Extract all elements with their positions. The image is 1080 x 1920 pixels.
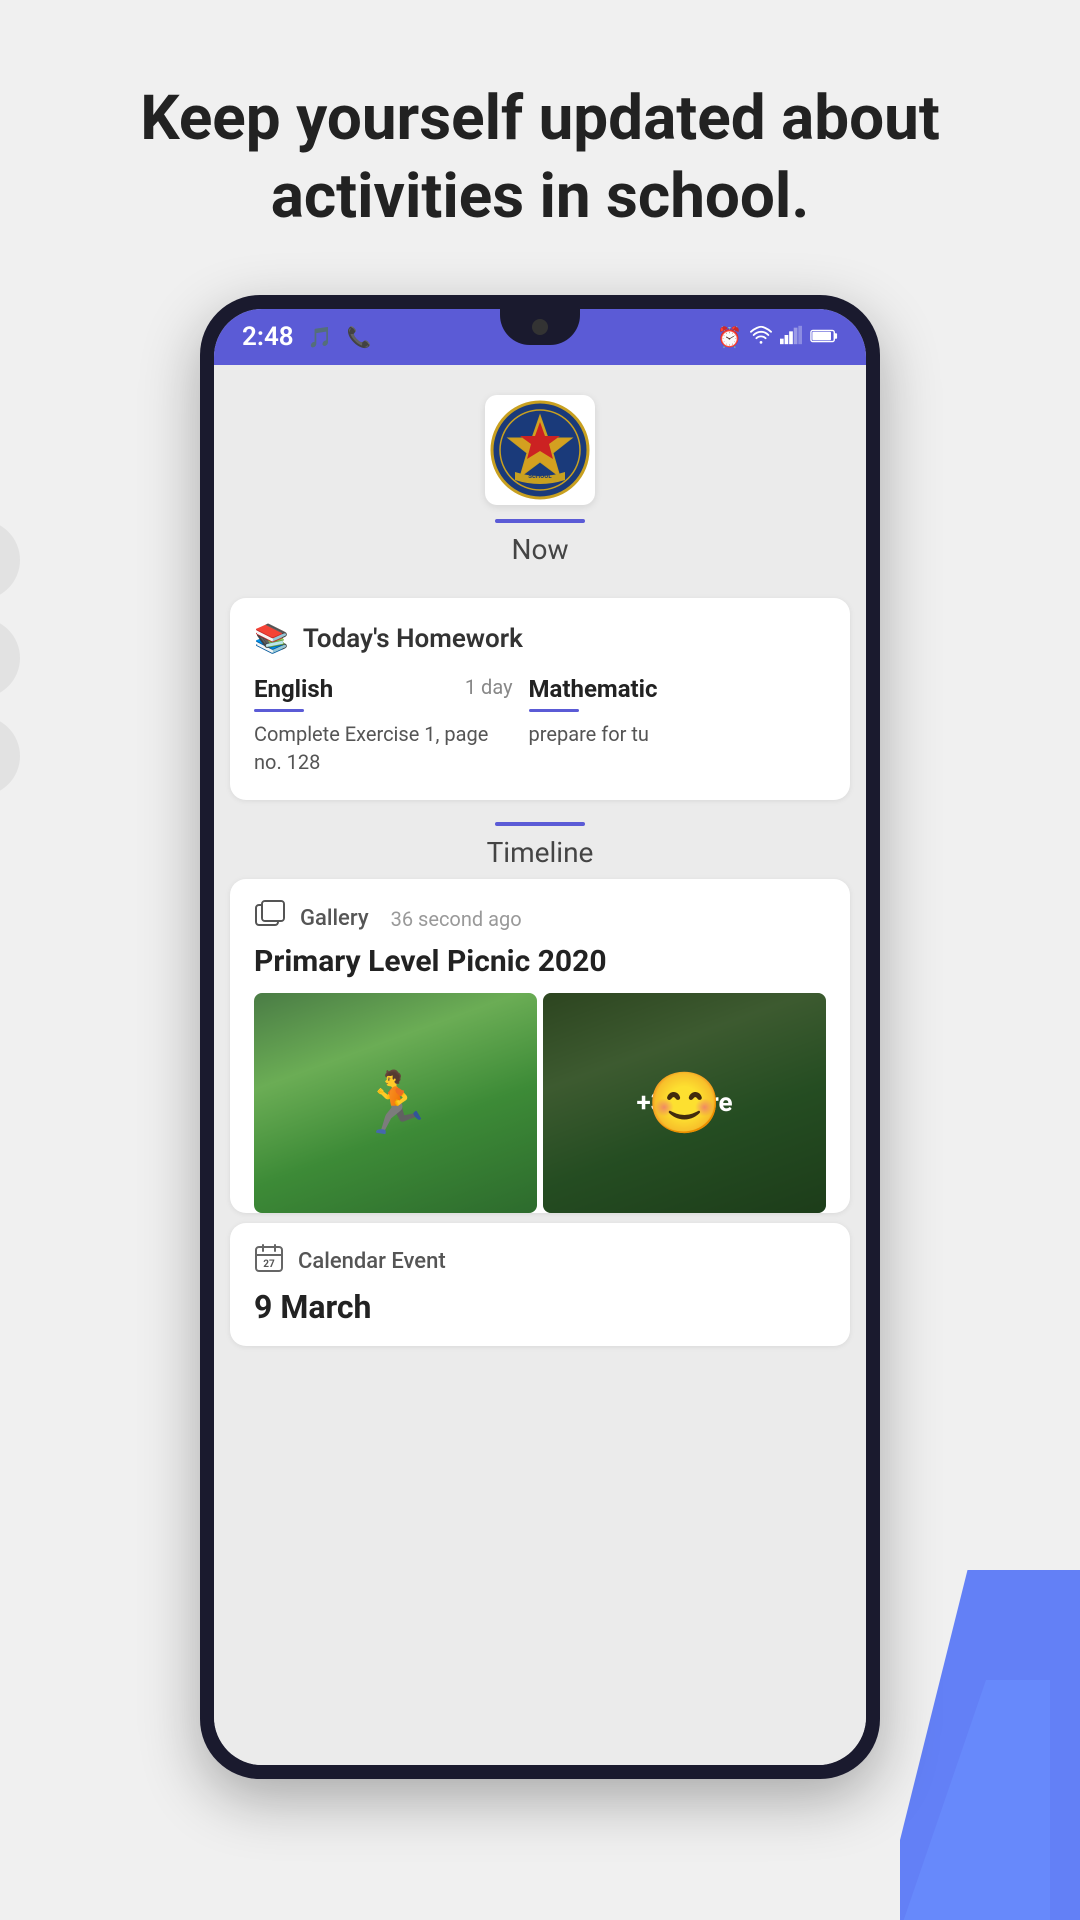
- wifi-icon: [750, 325, 772, 350]
- timeline-tab: Timeline: [214, 822, 866, 869]
- gallery-time: 36 second ago: [391, 907, 522, 931]
- status-right: ⏰: [717, 325, 838, 350]
- math-subject-name: Mathematic: [529, 675, 658, 703]
- gallery-image-2[interactable]: +3 more: [543, 993, 826, 1213]
- homework-icon: 📚: [254, 622, 289, 655]
- now-tab-label: Now: [512, 533, 569, 566]
- timeline-section: Timeline Gallery: [214, 812, 866, 1366]
- battery-icon: [810, 325, 838, 349]
- homework-card: 📚 Today's Homework English 1 day Complet…: [230, 598, 850, 800]
- gallery-images-grid: +3 more: [254, 993, 826, 1213]
- english-duration: 1 day: [465, 675, 513, 699]
- school-logo: SCHOOL: [485, 395, 595, 505]
- tab-underline: [495, 519, 585, 523]
- gallery-header: Gallery 36 second ago: [254, 899, 826, 938]
- whatsapp-icon: 📞: [347, 325, 372, 349]
- timeline-label: Timeline: [487, 836, 594, 869]
- now-tab-indicator: Now: [495, 519, 585, 566]
- front-camera: [532, 319, 548, 335]
- camera-notch: [500, 309, 580, 345]
- gallery-type-label: Gallery: [300, 906, 369, 931]
- english-subject-name: English: [254, 675, 333, 703]
- gallery-image-1[interactable]: [254, 993, 537, 1213]
- math-header-row: Mathematic: [529, 675, 804, 709]
- hero-title: Keep yourself updated about activities i…: [0, 0, 1080, 275]
- math-underline: [529, 709, 579, 712]
- alarm-icon: ⏰: [717, 325, 742, 349]
- gallery-post-title: Primary Level Picnic 2020: [254, 944, 826, 979]
- signal-icon: [780, 325, 802, 350]
- status-left: 2:48 🎵 📞: [242, 322, 371, 352]
- svg-text:SCHOOL: SCHOOL: [528, 473, 552, 480]
- homework-subjects-list: English 1 day Complete Exercise 1, page …: [254, 675, 826, 776]
- timeline-underline: [495, 822, 585, 826]
- english-header-row: English 1 day: [254, 675, 513, 709]
- english-description: Complete Exercise 1, page no. 128: [254, 720, 513, 776]
- event-card-header: 27 Calendar Event: [254, 1243, 826, 1280]
- more-images-overlay[interactable]: +3 more: [543, 993, 826, 1213]
- event-date: 9 March: [254, 1288, 826, 1326]
- phone-mockup: 2:48 🎵 📞 ⏰: [0, 295, 1080, 1779]
- gallery-icon: [254, 899, 286, 938]
- phone-screen: 2:48 🎵 📞 ⏰: [214, 309, 866, 1765]
- svg-text:27: 27: [263, 1259, 275, 1270]
- more-count: +3 more: [636, 1088, 732, 1118]
- math-description: prepare for tu: [529, 720, 804, 748]
- event-type-label: Calendar Event: [298, 1249, 446, 1274]
- homework-card-header: 📚 Today's Homework: [254, 622, 826, 655]
- subject-math[interactable]: Mathematic prepare for tu: [529, 675, 804, 776]
- english-underline: [254, 709, 304, 712]
- app-content: SCHOOL Now 📚 Today's Homework: [214, 365, 866, 1765]
- calendar-icon: 27: [254, 1243, 284, 1280]
- spotify-icon: 🎵: [308, 325, 333, 349]
- subject-english[interactable]: English 1 day Complete Exercise 1, page …: [254, 675, 529, 776]
- gallery-card[interactable]: Gallery 36 second ago Primary Level Picn…: [230, 879, 850, 1213]
- phone-frame: 2:48 🎵 📞 ⏰: [200, 295, 880, 1779]
- homework-card-title: Today's Homework: [303, 624, 523, 654]
- calendar-event-card[interactable]: 27 Calendar Event 9 March: [230, 1223, 850, 1346]
- app-header: SCHOOL Now: [214, 365, 866, 586]
- status-time: 2:48: [242, 322, 294, 352]
- status-bar: 2:48 🎵 📞 ⏰: [214, 309, 866, 365]
